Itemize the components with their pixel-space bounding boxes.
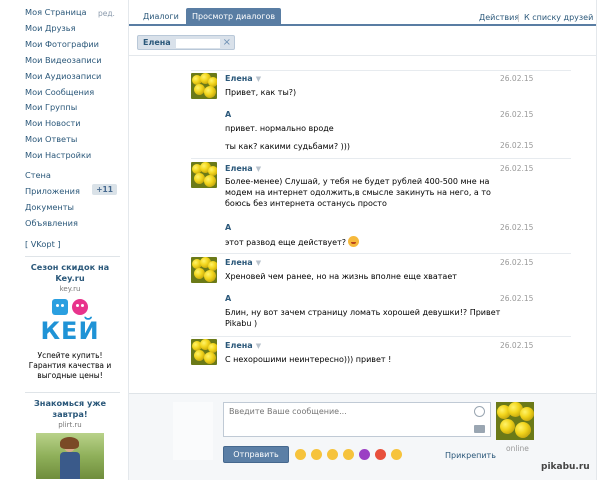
grin-emoji-icon	[347, 236, 359, 247]
vkopt-link[interactable]: [ VKopt ]	[25, 239, 61, 249]
caret-down-icon: ▼	[255, 259, 262, 267]
emoji-wink-icon[interactable]	[327, 449, 338, 460]
sidebar-divider	[25, 392, 120, 393]
ad-text: Успейте купить! Гарантия качества и выго…	[28, 351, 112, 380]
sidebar-item-my-page[interactable]: Моя Страница	[25, 7, 87, 17]
sidebar-item-audio[interactable]: Мои Аудиозаписи	[25, 71, 101, 81]
message-divider	[191, 336, 571, 337]
tab-bar: Диалоги Просмотр диалогов Действия | К с…	[129, 0, 596, 26]
message-date: 26.02.15	[500, 258, 534, 267]
partner-avatar[interactable]	[496, 402, 534, 440]
sidebar-item-news[interactable]: Мои Новости	[25, 118, 81, 128]
message-date: 26.02.15	[500, 294, 534, 303]
avatar[interactable]	[191, 73, 217, 99]
emoji-devil-icon[interactable]	[359, 449, 370, 460]
tab-view-dialogs[interactable]: Просмотр диалогов	[186, 8, 282, 26]
redacted-name	[176, 39, 220, 48]
message-text: ты как? какими судьбами? )))	[225, 142, 351, 151]
message-author[interactable]: Елена ▼	[225, 74, 261, 83]
message-text: Более-менее) Слушай, у тебя не будет руб…	[225, 177, 491, 208]
ad-title: Знакомься уже завтра!	[33, 398, 107, 419]
message-text: Хреновей чем ранее, но на жизнь вполне е…	[225, 272, 457, 281]
message-date: 26.02.15	[500, 74, 534, 83]
key-logo-blue-icon	[52, 299, 68, 315]
message-divider	[191, 158, 571, 159]
message-date: 26.02.15	[500, 341, 534, 350]
tab-dialogs[interactable]: Диалоги	[137, 8, 185, 26]
left-sidebar: Моя Страница ред. Мои Друзья Мои Фотогра…	[0, 0, 128, 480]
chip-name: Елена	[143, 38, 171, 47]
message-text: Блин, ну вот зачем страницу ломать хорош…	[225, 308, 501, 328]
sidebar-item-answers[interactable]: Мои Ответы	[25, 134, 77, 144]
message-author[interactable]: А	[225, 223, 231, 232]
attach-link[interactable]: Прикрепить	[445, 451, 496, 460]
message-input-box[interactable]	[223, 402, 491, 437]
interlocutor-chip[interactable]: Елена ×	[137, 35, 235, 50]
message-history: Елена ▼ 26.02.15 Привет, как ты?) А 26.02…	[129, 56, 596, 393]
message-input[interactable]	[224, 403, 490, 436]
message-author[interactable]: А	[225, 110, 231, 119]
edit-link[interactable]: ред.	[98, 9, 115, 18]
key-logo-text: КЕЙ	[40, 317, 100, 345]
sidebar-item-settings[interactable]: Мои Настройки	[25, 150, 91, 160]
sidebar-item-apps-label: Приложения	[25, 186, 80, 196]
key-logo-pink-icon	[72, 299, 88, 315]
filter-row: Елена ×	[129, 28, 596, 56]
ad-plirt[interactable]: Знакомься уже завтра! plirt.ru	[25, 398, 115, 479]
ad-domain: key.ru	[59, 285, 81, 293]
emoji-grin-icon[interactable]	[295, 449, 306, 460]
sidebar-item-friends[interactable]: Мои Друзья	[25, 23, 76, 33]
message-date: 26.02.15	[500, 164, 534, 173]
apps-count-badge: +11	[92, 184, 117, 195]
message-divider	[191, 70, 571, 71]
message-author[interactable]: Елена ▼	[225, 258, 261, 267]
close-icon[interactable]: ×	[223, 37, 231, 49]
camera-icon[interactable]	[474, 425, 485, 433]
friends-list-link[interactable]: К списку друзей	[524, 13, 593, 22]
sidebar-item-documents[interactable]: Документы	[25, 202, 74, 212]
watermark: pikabu.ru	[541, 462, 590, 472]
sidebar-item-photos[interactable]: Мои Фотографии	[25, 39, 99, 49]
ad-title: Сезон скидок на Key.ru	[30, 262, 110, 283]
caret-down-icon: ▼	[255, 75, 262, 83]
emoji-laugh-icon[interactable]	[391, 449, 402, 460]
message-text: Привет, как ты?)	[225, 88, 297, 97]
smiley-icon[interactable]	[474, 406, 485, 417]
ad-key[interactable]: Сезон скидок на Key.ru key.ru КЕЙ Успейт…	[25, 262, 115, 381]
caret-down-icon: ▼	[255, 342, 262, 350]
ad-photo	[36, 433, 104, 479]
message-author[interactable]: А	[225, 294, 231, 303]
message-divider	[191, 253, 571, 254]
online-status: online	[506, 444, 529, 453]
avatar[interactable]	[191, 162, 217, 188]
send-button[interactable]: Отправить	[223, 446, 289, 463]
emoji-angry-icon[interactable]	[375, 449, 386, 460]
sidebar-divider	[25, 256, 120, 257]
compose-area: Отправить Прикрепить online	[129, 393, 596, 480]
message-author[interactable]: Елена ▼	[225, 341, 261, 350]
sidebar-item-groups[interactable]: Мои Группы	[25, 102, 77, 112]
sidebar-item-messages[interactable]: Мои Сообщения	[25, 87, 94, 97]
content-border-right	[596, 0, 597, 480]
emoji-smile-icon[interactable]	[343, 449, 354, 460]
avatar[interactable]	[191, 339, 217, 365]
message-text: этот развод еще действует?	[225, 236, 515, 248]
my-avatar	[173, 402, 213, 460]
key-logo: КЕЙ	[40, 297, 100, 347]
sidebar-item-wall[interactable]: Стена	[25, 170, 51, 180]
sidebar-item-ads[interactable]: Объявления	[25, 218, 78, 228]
sidebar-item-videos[interactable]: Мои Видеозаписи	[25, 55, 102, 65]
message-text: привет. нормально вроде	[225, 124, 334, 133]
sidebar-item-apps[interactable]: Приложения +11	[25, 184, 123, 196]
actions-link[interactable]: Действия	[479, 13, 519, 22]
link-divider: |	[517, 13, 520, 22]
message-date: 26.02.15	[500, 223, 534, 232]
caret-down-icon: ▼	[255, 165, 262, 173]
emoji-surprised-icon[interactable]	[311, 449, 322, 460]
message-date: 26.02.15	[500, 110, 534, 119]
message-text: С нехорошими неинтересно))) привет !	[225, 355, 392, 364]
message-author[interactable]: Елена ▼	[225, 164, 261, 173]
avatar[interactable]	[191, 257, 217, 283]
ad-domain: plirt.ru	[58, 421, 82, 429]
